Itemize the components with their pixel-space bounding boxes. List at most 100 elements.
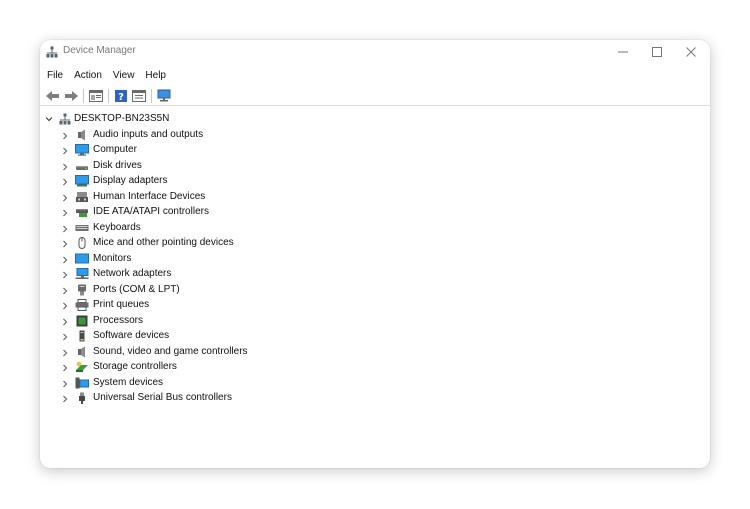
tree-root-label: DESKTOP-BN23S5N [74,113,170,124]
tree-node-mice[interactable]: Mice and other pointing devices [40,236,440,251]
chevron-right-icon[interactable] [62,209,68,217]
tree-node-print-queues[interactable]: Print queues [40,298,440,313]
forward-button[interactable] [62,88,80,104]
tree-node-label: Display adapters [93,175,168,186]
storage-controller-icon [76,361,88,372]
tree-node-sound-video-game[interactable]: Sound, video and game controllers [40,345,440,360]
tree-node-usb-controllers[interactable]: Universal Serial Bus controllers [40,391,440,406]
help-button[interactable]: ? [112,88,130,104]
tree-node-label: Keyboards [93,221,141,233]
speaker-icon [78,129,85,140]
chevron-right-icon[interactable] [62,271,68,279]
tree-node-label: Universal Serial Bus controllers [93,392,232,403]
console-tree-icon [89,89,103,102]
speaker-icon [78,346,85,357]
chevron-right-icon[interactable] [62,364,68,372]
chevron-right-icon[interactable] [62,302,68,310]
tree-node-human-interface-devices[interactable]: Human Interface Devices [40,190,440,205]
chevron-right-icon[interactable] [62,132,68,140]
tree-node-label: Network adapters [93,268,172,279]
processor-icon [76,315,88,326]
tree-node-label: System devices [93,376,164,388]
tree-node-monitors[interactable]: Monitors [40,252,440,267]
tree-node-label: Processors [93,314,144,326]
printer-icon [75,299,89,311]
chevron-right-icon[interactable] [62,287,68,295]
chevron-right-icon[interactable] [62,147,68,155]
tree-node-keyboards[interactable]: Keyboards [40,221,440,236]
tree-node-ports[interactable]: Ports (COM & LPT) [40,283,440,298]
tree-node-label: Storage controllers [93,361,177,372]
monitor-icon [75,144,89,156]
maximize-button[interactable] [640,40,674,64]
hid-icon [76,191,88,202]
minimize-button[interactable] [606,40,640,64]
tree-node-display-adapters[interactable]: Display adapters [40,174,440,189]
chevron-down-icon[interactable] [45,115,53,123]
monitor-icon [75,253,89,263]
menu-action[interactable]: Action [74,70,102,81]
chevron-right-icon[interactable] [62,256,68,264]
tree-node-storage-controllers[interactable]: Storage controllers [40,360,440,375]
mouse-icon [78,237,86,249]
system-device-icon [75,377,89,388]
tree-node-label: Software devices [93,330,170,341]
tree-node-label: Audio inputs and outputs [93,128,204,140]
tree-node-label: Monitors [93,252,132,264]
window-title: Device Manager [63,45,136,56]
computer-tree-icon [59,113,71,125]
chevron-right-icon[interactable] [62,380,68,388]
minimize-icon [618,51,628,53]
tree-node-network-adapters[interactable]: Network adapters [40,267,440,282]
chevron-right-icon[interactable] [62,194,68,202]
tree-node-label: Mice and other pointing devices [93,237,234,248]
chevron-right-icon[interactable] [62,240,68,248]
maximize-icon [652,47,662,57]
title-bar[interactable]: Device Manager [40,40,710,64]
scan-hardware-button[interactable] [155,88,173,104]
back-arrow-icon [46,90,59,101]
display-adapter-icon [75,175,89,187]
tree-node-disk-drives[interactable]: Disk drives [40,159,440,174]
chevron-right-icon[interactable] [62,225,68,233]
disk-drive-icon [76,165,88,170]
tree-node-label: Ports (COM & LPT) [93,283,180,295]
tree-node-label: Human Interface Devices [93,190,206,202]
tree-node-audio[interactable]: Audio inputs and outputs [40,128,440,143]
tree-root[interactable]: DESKTOP-BN23S5N [40,112,440,127]
chevron-right-icon[interactable] [62,395,68,403]
tree-node-ide-controllers[interactable]: IDE ATA/ATAPI controllers [40,205,440,220]
tree-node-software-devices[interactable]: Software devices [40,329,440,344]
close-button[interactable] [674,40,708,64]
menu-bar: File Action View Help [40,67,710,83]
chevron-right-icon[interactable] [62,349,68,357]
back-button[interactable] [44,88,62,104]
show-hide-console-tree-button[interactable] [87,88,105,104]
chevron-right-icon[interactable] [62,333,68,341]
help-icon: ? [115,89,127,102]
forward-arrow-icon [65,90,78,101]
properties-button[interactable] [130,88,148,104]
toolbar-separator [108,88,109,103]
port-icon [78,284,86,295]
keyboard-icon [75,224,89,231]
close-icon [686,47,696,57]
tree-node-label: Sound, video and game controllers [93,345,248,357]
network-adapter-icon [75,268,89,279]
chevron-right-icon[interactable] [62,318,68,326]
tree-node-system-devices[interactable]: System devices [40,376,440,391]
menu-help[interactable]: Help [145,70,166,81]
menu-view[interactable]: View [113,70,135,81]
tree-node-computer[interactable]: Computer [40,143,440,158]
ide-controller-icon [76,209,88,217]
tree-node-processors[interactable]: Processors [40,314,440,329]
properties-icon [132,89,146,102]
chevron-right-icon[interactable] [62,178,68,186]
svg-text:?: ? [118,92,124,102]
scan-hardware-icon [157,89,171,102]
chevron-right-icon[interactable] [62,163,68,171]
menu-file[interactable]: File [47,70,63,81]
tree-node-label: Print queues [93,299,150,310]
tree-node-label: Computer [93,144,137,155]
software-device-icon [79,330,85,342]
